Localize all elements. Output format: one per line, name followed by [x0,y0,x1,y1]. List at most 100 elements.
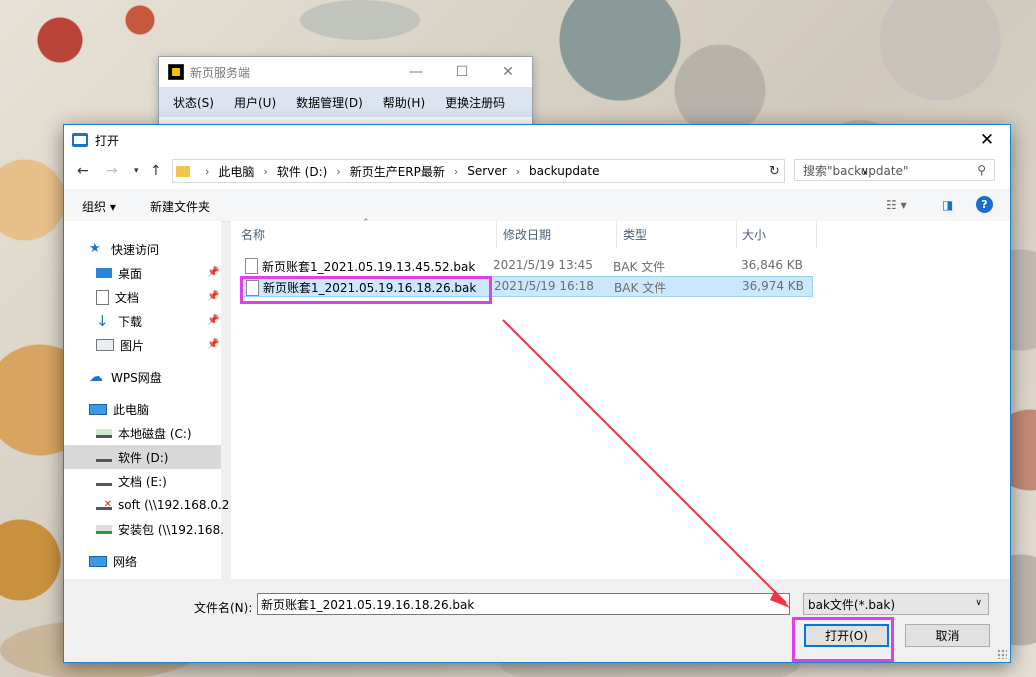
resize-grip-icon[interactable] [997,649,1007,659]
cancel-button[interactable]: 取消 [905,624,990,647]
nav-quick-access[interactable]: ★ 快速访问 [89,237,159,261]
column-header-date[interactable]: 修改日期 [503,221,551,248]
help-icon[interactable]: ? [976,196,993,213]
network-icon [89,555,107,567]
menu-user[interactable]: 用户(U) [224,94,286,111]
command-toolbar: 组织 ▾ 新建文件夹 ☷ ▾ ◨ ? [64,189,1010,222]
chevron-down-icon: ∨ [975,598,982,608]
chevron-right-icon: › [205,164,210,178]
pin-icon[interactable]: 📌 [207,267,219,278]
nav-drive-d[interactable]: 软件 (D:) [64,445,221,469]
refresh-icon[interactable]: ↻ [765,159,785,183]
nav-downloads[interactable]: ↓ 下载 [96,309,142,333]
app-icon [168,64,184,80]
filename-value: 新页账套1_2021.05.19.16.18.26.bak [261,597,475,612]
file-size: 36,846 KB [741,258,803,272]
preview-pane-icon[interactable]: ◨ [942,198,953,212]
dialog-titlebar[interactable]: 打开 ✕ [64,125,1010,155]
nav-this-pc[interactable]: 此电脑 [89,397,149,421]
file-name: 新页账套1_2021.05.19.13.45.52.bak [262,260,476,274]
forward-arrow-icon[interactable]: → [106,163,118,179]
address-bar[interactable]: › 此电脑 › 软件 (D:) › 新页生产ERP最新 › Server › b… [172,159,869,183]
bg-window-title: 新页服务端 [190,65,251,80]
breadcrumb-backupdate[interactable]: backupdate [529,164,599,178]
address-bar-row: ← → ▾ ↑ › 此电脑 › 软件 (D:) › 新页生产ERP最新 › Se… [64,155,1010,189]
filename-field[interactable]: 新页账套1_2021.05.19.16.18.26.bak [257,593,790,615]
nav-pictures[interactable]: 图片 [96,333,144,357]
new-folder-button[interactable]: 新建文件夹 [150,198,210,215]
sort-ascending-icon: ⌃ [362,218,370,228]
dialog-icon [72,133,88,147]
nav-network-drive-install[interactable]: 安装包 (\\192.168. [96,517,224,541]
pin-icon[interactable]: 📌 [207,291,219,302]
chevron-right-icon: › [515,164,521,178]
chevron-right-icon: › [336,164,341,178]
file-row[interactable]: 新页账套1_2021.05.19.13.45.52.bak 2021/5/19 … [241,255,813,276]
folder-icon [176,165,190,177]
file-list: ⌃ 名称 修改日期 类型 大小 新页账套1_2021.05.19.13.45.5… [231,218,1010,579]
breadcrumb-this-pc[interactable]: 此电脑 [218,163,254,180]
filename-label: 文件名(N): [194,601,253,615]
maximize-icon[interactable]: ☐ [439,57,485,87]
network-drive-icon [96,524,112,534]
file-type: BAK 文件 [614,281,667,295]
menu-help[interactable]: 帮助(H) [373,94,435,111]
search-input[interactable]: 搜索"backupdate" ⚲ [794,159,995,181]
file-icon [245,258,258,274]
computer-icon [89,403,107,415]
cloud-icon: ☁ [89,369,103,385]
star-icon: ★ [89,241,101,256]
column-divider[interactable] [816,221,817,249]
chevron-right-icon: › [263,164,268,178]
file-size: 36,974 KB [742,279,804,293]
nav-network-drive-soft[interactable]: ✕ soft (\\192.168.0.2 [96,493,229,517]
pin-icon[interactable]: 📌 [207,339,219,350]
nav-network[interactable]: 网络 [89,549,137,573]
view-options-icon[interactable]: ☷ ▾ [886,198,907,212]
chevron-right-icon: › [453,164,459,178]
nav-drive-c[interactable]: 本地磁盘 (C:) [96,421,192,445]
pictures-icon [96,339,114,351]
column-divider[interactable] [496,221,497,249]
search-icon: ⚲ [977,163,986,177]
document-icon [96,289,109,305]
breadcrumb-server[interactable]: Server [467,164,506,178]
highlight-box-selected-file [240,276,492,304]
up-arrow-icon[interactable]: ↑ [150,163,162,179]
menu-change-license[interactable]: 更换注册码 [435,94,515,111]
column-header-type[interactable]: 类型 [623,221,647,248]
column-divider[interactable] [736,221,737,249]
file-type: BAK 文件 [613,260,666,274]
column-header-name[interactable]: 名称 [241,221,265,248]
menu-bar: 状态(S) 用户(U) 数据管理(D) 帮助(H) 更换注册码 [159,87,532,117]
column-header-size[interactable]: 大小 [742,221,766,248]
highlight-box-open-button [792,617,894,662]
minimize-icon[interactable]: — [393,57,439,87]
menu-status[interactable]: 状态(S) [163,94,224,111]
drive-icon [96,428,112,438]
network-drive-icon: ✕ [96,499,112,510]
nav-documents[interactable]: 文档 [96,285,139,309]
column-divider[interactable] [616,221,617,249]
breadcrumb-drive-d[interactable]: 软件 (D:) [277,163,327,180]
menu-data-management[interactable]: 数据管理(D) [286,94,373,111]
dialog-close-icon[interactable]: ✕ [964,125,1010,155]
background-app-window[interactable]: 新页服务端 — ☐ ✕ 状态(S) 用户(U) 数据管理(D) 帮助(H) 更换… [158,56,533,126]
desktop-icon [96,268,112,278]
nav-wps-cloud[interactable]: ☁ WPS网盘 [89,365,162,389]
filter-value: bak文件(*.bak) [808,597,896,612]
dialog-title: 打开 [95,133,120,148]
navigation-pane: ★ 快速访问 桌面 📌 文档 📌 ↓ 下载 📌 图片 📌 ☁ WPS网盘 此电脑… [64,221,229,579]
nav-drive-e[interactable]: 文档 (E:) [96,469,167,493]
file-type-filter[interactable]: bak文件(*.bak) ∨ [803,593,989,615]
breadcrumb-erp-folder[interactable]: 新页生产ERP最新 [350,163,445,180]
drive-icon [96,477,112,486]
file-date: 2021/5/19 16:18 [494,279,594,293]
close-icon[interactable]: ✕ [485,57,531,87]
nav-desktop[interactable]: 桌面 [96,261,142,285]
organize-button[interactable]: 组织 ▾ [82,198,116,215]
search-placeholder: 搜索"backupdate" [803,163,909,178]
back-arrow-icon[interactable]: ← [77,163,89,179]
recent-dropdown-icon[interactable]: ▾ [134,166,139,176]
pin-icon[interactable]: 📌 [207,315,219,326]
